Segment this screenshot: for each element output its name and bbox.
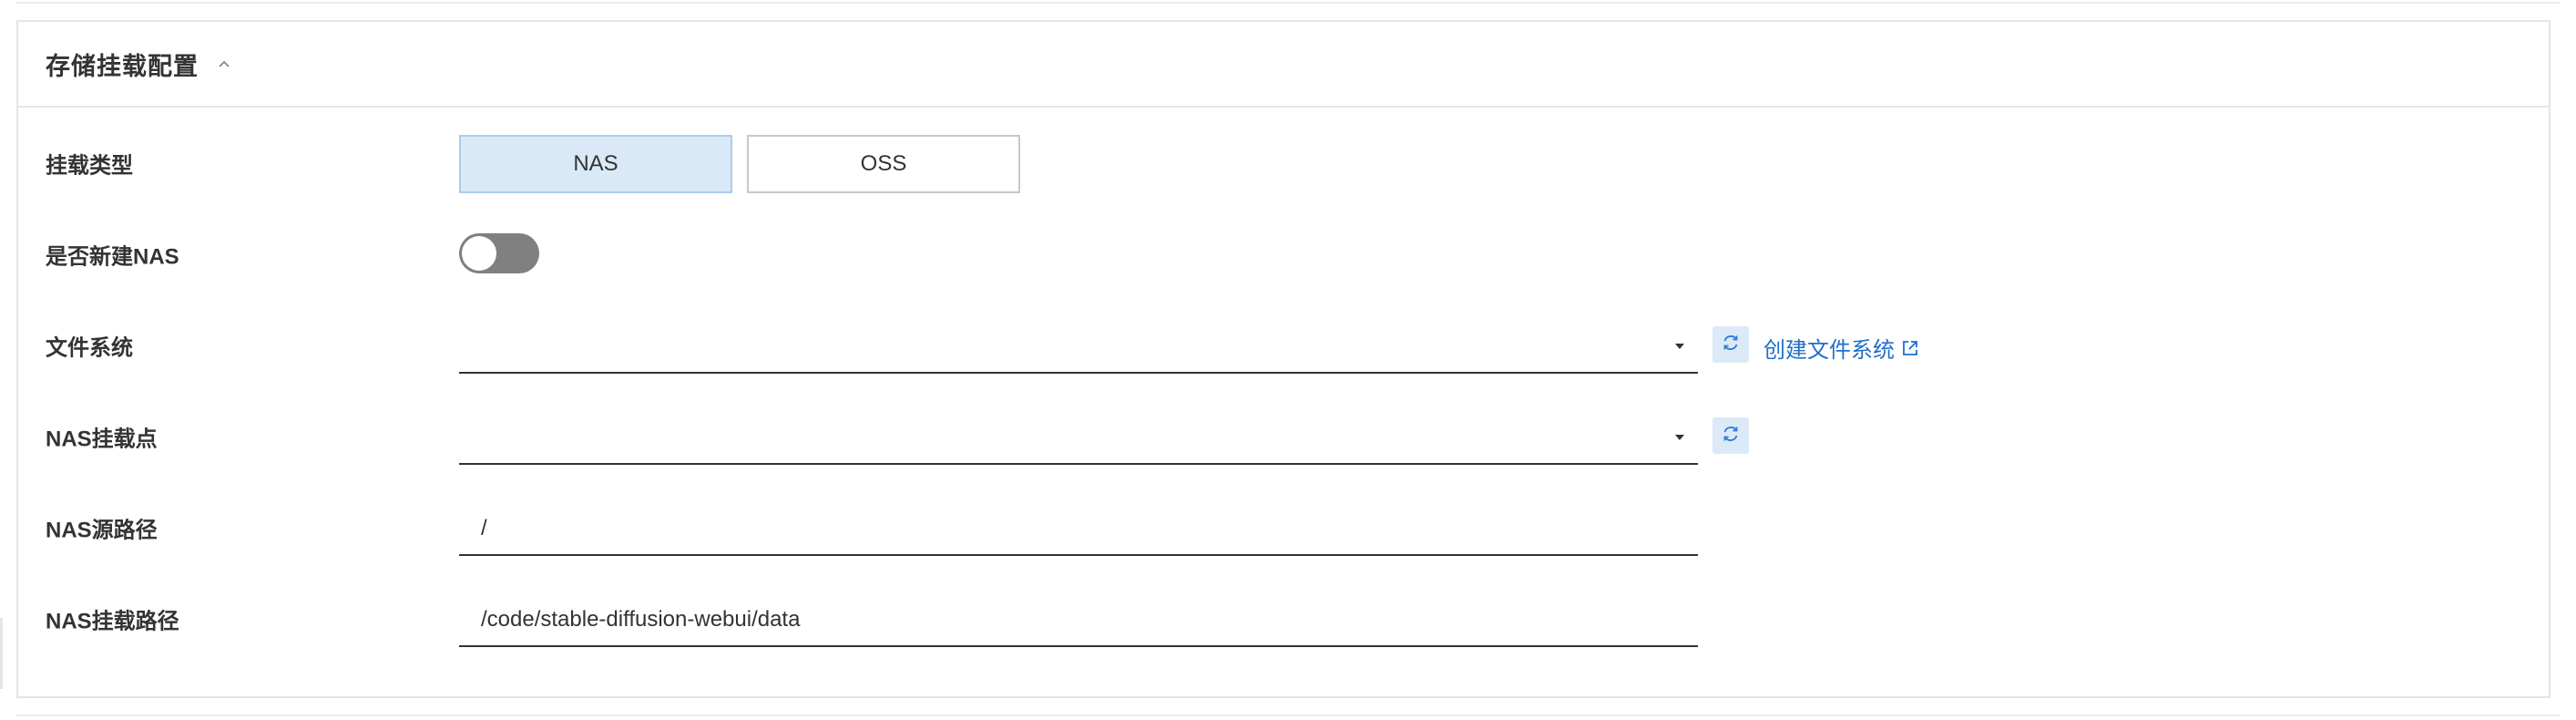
- mount-path-row: NAS挂载路径 /code/stable-diffusion-webui/dat…: [18, 578, 2549, 660]
- caret-down-icon[interactable]: [1669, 335, 1691, 357]
- mount-type-oss-label: OSS: [860, 151, 907, 176]
- source-path-input[interactable]: /: [459, 499, 1698, 556]
- mount-type-nas-button[interactable]: NAS: [459, 135, 732, 193]
- mount-type-oss-button[interactable]: OSS: [747, 135, 1020, 193]
- storage-mount-panel: 存储挂载配置 挂载类型 NAS OSS 是否新建NAS 文件系统 创建文件系统 …: [16, 20, 2550, 698]
- toggle-knob: [462, 236, 496, 271]
- mount-point-label: NAS挂载点: [46, 427, 158, 452]
- file-system-refresh-button[interactable]: [1712, 326, 1749, 363]
- file-system-label: 文件系统: [46, 335, 133, 361]
- create-nas-toggle[interactable]: [459, 233, 539, 273]
- chevron-up-icon[interactable]: [215, 55, 233, 73]
- mount-path-label: NAS挂载路径: [46, 609, 179, 634]
- caret-down-icon[interactable]: [1669, 427, 1691, 448]
- create-nas-label: 是否新建NAS: [46, 244, 179, 270]
- mount-type-label: 挂载类型: [46, 153, 133, 179]
- mount-point-row: NAS挂载点: [18, 396, 2549, 478]
- mount-path-input[interactable]: /code/stable-diffusion-webui/data: [459, 591, 1698, 647]
- panel-title: 存储挂载配置: [46, 52, 199, 80]
- source-path-row: NAS源路径 /: [18, 487, 2549, 569]
- mount-point-refresh-button[interactable]: [1712, 417, 1749, 454]
- refresh-icon: [1721, 333, 1741, 357]
- file-system-row: 文件系统 创建文件系统: [18, 304, 2549, 386]
- mount-path-value: /code/stable-diffusion-webui/data: [481, 607, 801, 632]
- mount-type-row: 挂载类型 NAS OSS: [18, 122, 2549, 204]
- left-edge-handle: [0, 618, 3, 689]
- mount-type-nas-label: NAS: [573, 151, 618, 176]
- bottom-divider: [16, 715, 2560, 716]
- refresh-icon: [1721, 424, 1741, 448]
- create-file-system-link[interactable]: 创建文件系统: [1763, 332, 1920, 364]
- panel-header[interactable]: 存储挂载配置: [18, 22, 2549, 108]
- top-divider: [16, 2, 2560, 4]
- create-nas-row: 是否新建NAS: [18, 213, 2549, 295]
- external-link-icon: [1900, 338, 1920, 358]
- mount-point-select[interactable]: [459, 408, 1698, 465]
- source-path-value: /: [481, 516, 487, 540]
- file-system-select[interactable]: [459, 317, 1698, 374]
- create-file-system-link-text: 创建文件系统: [1763, 338, 1895, 363]
- source-path-label: NAS源路径: [46, 518, 158, 543]
